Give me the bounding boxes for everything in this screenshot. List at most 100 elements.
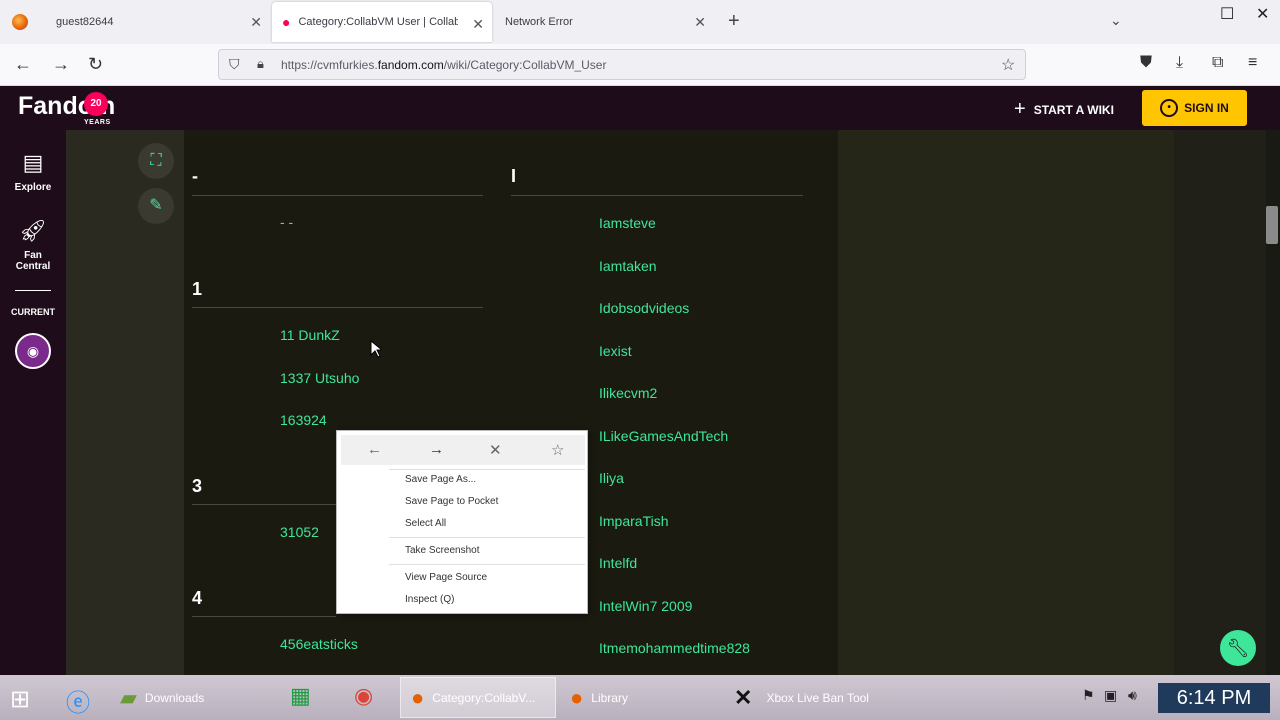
category-link[interactable]: Intelfd [599, 555, 637, 571]
firefox-icon [12, 14, 28, 30]
category-link[interactable]: 31052 [280, 524, 319, 540]
category-link[interactable]: Iamsteve [599, 215, 656, 231]
section-divider [192, 195, 483, 196]
section-header: - [192, 166, 198, 186]
menu-item-take-screenshot[interactable]: Take Screenshot [405, 545, 480, 556]
chrome-icon[interactable]: ◉ [354, 683, 373, 709]
tab-bar: guest82644 ✕ ● Category:CollabVM User | … [0, 0, 1280, 44]
taskbar: ⊞ ⓔ ▰ Downloads ▦ ◉ ● Category:CollabV..… [0, 675, 1280, 720]
nav-bar: ← → ↻ ⛉ 🔒︎ https://cvmfurkies.fandom.com… [0, 44, 1280, 86]
category-link[interactable]: 456eatsticks [280, 636, 358, 652]
tab-guest[interactable]: guest82644 ✕ [0, 0, 270, 44]
bookmark-star-icon[interactable]: ☆ [551, 441, 564, 459]
chevron-down-icon[interactable]: ⌄ [1110, 12, 1122, 29]
url-bar[interactable]: ⛉ 🔒︎ https://cvmfurkies.fandom.com/wiki/… [218, 49, 1026, 80]
scrollbar-thumb[interactable] [1266, 206, 1278, 244]
folder-icon: ▰ [120, 684, 137, 710]
menu-separator [389, 537, 585, 538]
menu-item-select-all[interactable]: Select All [405, 518, 446, 529]
close-tab-icon[interactable]: ✕ [250, 14, 262, 31]
wrench-icon[interactable]: 🔧︎ [1220, 630, 1256, 666]
rocket-icon: 🚀︎ [19, 218, 47, 243]
rail-fan-central[interactable]: 🚀︎ Fan Central [0, 218, 66, 272]
new-tab-icon[interactable]: + [728, 10, 740, 33]
taskbar-label: Library [591, 690, 628, 705]
close-tab-icon[interactable]: ✕ [694, 14, 706, 31]
xbox-x-icon: ✕ [734, 684, 753, 710]
anniversary-years: YEARS [84, 119, 111, 126]
taskbar-xbox-ban-tool[interactable]: ✕ Xbox Live Ban Tool [728, 677, 888, 718]
url-path: /wiki/Category:CollabVM_User [443, 58, 607, 72]
rail-divider [15, 290, 51, 291]
sign-in-button[interactable]: • SIGN IN [1142, 90, 1247, 126]
rail-fan-label: Fan [24, 250, 42, 261]
tab-category[interactable]: ● Category:CollabVM User | CollabVM ✕ [272, 2, 492, 42]
category-link[interactable]: 163924 [280, 412, 327, 428]
menu-item-save-page-as[interactable]: Save Page As... [405, 474, 476, 485]
section-divider [192, 616, 336, 617]
category-link[interactable]: ILikeGamesAndTech [599, 428, 728, 444]
internet-explorer-icon[interactable]: ⓔ [66, 683, 90, 718]
user-icon: • [1160, 99, 1179, 117]
store-icon[interactable]: ▦ [290, 683, 311, 709]
context-menu-nav: ← → ✕ ☆ [341, 435, 585, 465]
context-menu: ← → ✕ ☆ Save Page As... Save Page to Poc… [336, 430, 588, 614]
download-icon[interactable]: ⤓ [1176, 54, 1183, 72]
menu-item-view-source[interactable]: View Page Source [405, 572, 487, 583]
menu-item-inspect[interactable]: Inspect (Q) [405, 594, 454, 605]
sign-in-label: SIGN IN [1184, 101, 1229, 115]
fullscreen-icon[interactable]: ⛶ [138, 143, 174, 179]
tab-network-error[interactable]: Network Error ✕ [494, 0, 714, 44]
shield-icon[interactable]: ⛉ [229, 56, 240, 73]
url-prefix: https://cvmfurkies. [281, 58, 378, 72]
network-icon[interactable]: ▣ [1104, 687, 1117, 704]
close-window-icon[interactable]: ✕ [1256, 4, 1269, 24]
flag-icon[interactable]: ⚑ [1082, 687, 1095, 704]
category-link[interactable]: Iamtaken [599, 258, 657, 274]
tab-label: Category:CollabVM User | CollabVM [298, 16, 459, 28]
reload-icon[interactable]: ↻ [88, 54, 103, 75]
stop-icon[interactable]: ✕ [489, 441, 502, 459]
category-link[interactable]: - - [280, 214, 293, 230]
category-link[interactable]: 1337 Utsuho [280, 370, 359, 386]
taskbar-firefox-category[interactable]: ● Category:CollabV... [400, 677, 556, 718]
forward-icon[interactable]: → [429, 441, 444, 458]
forward-icon[interactable]: → [52, 54, 70, 75]
taskbar-clock[interactable]: 6:14 PM [1158, 683, 1270, 713]
close-tab-icon[interactable]: ✕ [472, 16, 484, 33]
category-link[interactable]: Ilikecvm2 [599, 385, 657, 401]
edit-pencil-icon[interactable]: ✎ [138, 188, 174, 224]
taskbar-downloads[interactable]: ▰ Downloads [120, 677, 242, 718]
start-a-wiki-button[interactable]: + START A WIKI [1014, 98, 1114, 121]
extensions-icon[interactable]: ⧉ [1212, 54, 1223, 72]
pocket-icon[interactable]: ⛊ [1140, 54, 1152, 72]
category-link[interactable]: Iexist [599, 343, 632, 359]
category-link[interactable]: ImparaTish [599, 513, 669, 529]
section-divider [511, 195, 803, 196]
windows-start-icon[interactable]: ⊞ [10, 685, 30, 714]
global-nav-rail: ▤ Explore 🚀︎ Fan Central [0, 130, 66, 675]
back-icon[interactable]: ← [14, 54, 32, 75]
firefox-icon: ● [411, 684, 425, 710]
taskbar-firefox-library[interactable]: ● Library [564, 677, 714, 718]
back-icon[interactable]: ← [367, 441, 382, 458]
explore-icon: ▤ [22, 150, 44, 175]
menu-separator [389, 564, 585, 565]
section-header: 3 [192, 476, 203, 496]
bookmark-star-icon[interactable]: ☆ [1001, 55, 1015, 75]
category-link[interactable]: IntelWin7 2009 [599, 598, 692, 614]
category-link[interactable]: Idobsodvideos [599, 300, 689, 316]
fandom-flame-icon: ● [282, 14, 291, 30]
category-link[interactable]: Itmemohammedtime828 [599, 640, 750, 656]
rail-central-label: Central [15, 261, 51, 272]
category-link[interactable]: Iliya [599, 470, 624, 486]
menu-icon[interactable]: ≡ [1248, 54, 1257, 72]
current-wiki-avatar[interactable]: ◉ [15, 333, 51, 369]
section-header: 1 [192, 279, 203, 299]
maximize-icon[interactable]: ☐ [1220, 4, 1234, 24]
lock-icon[interactable]: 🔒︎ [257, 56, 264, 72]
menu-item-save-to-pocket[interactable]: Save Page to Pocket [405, 496, 498, 507]
volume-icon[interactable]: 🔊︎ [1128, 687, 1137, 704]
category-link[interactable]: 11 DunkZ [280, 327, 340, 343]
rail-explore[interactable]: ▤ Explore [0, 150, 66, 193]
